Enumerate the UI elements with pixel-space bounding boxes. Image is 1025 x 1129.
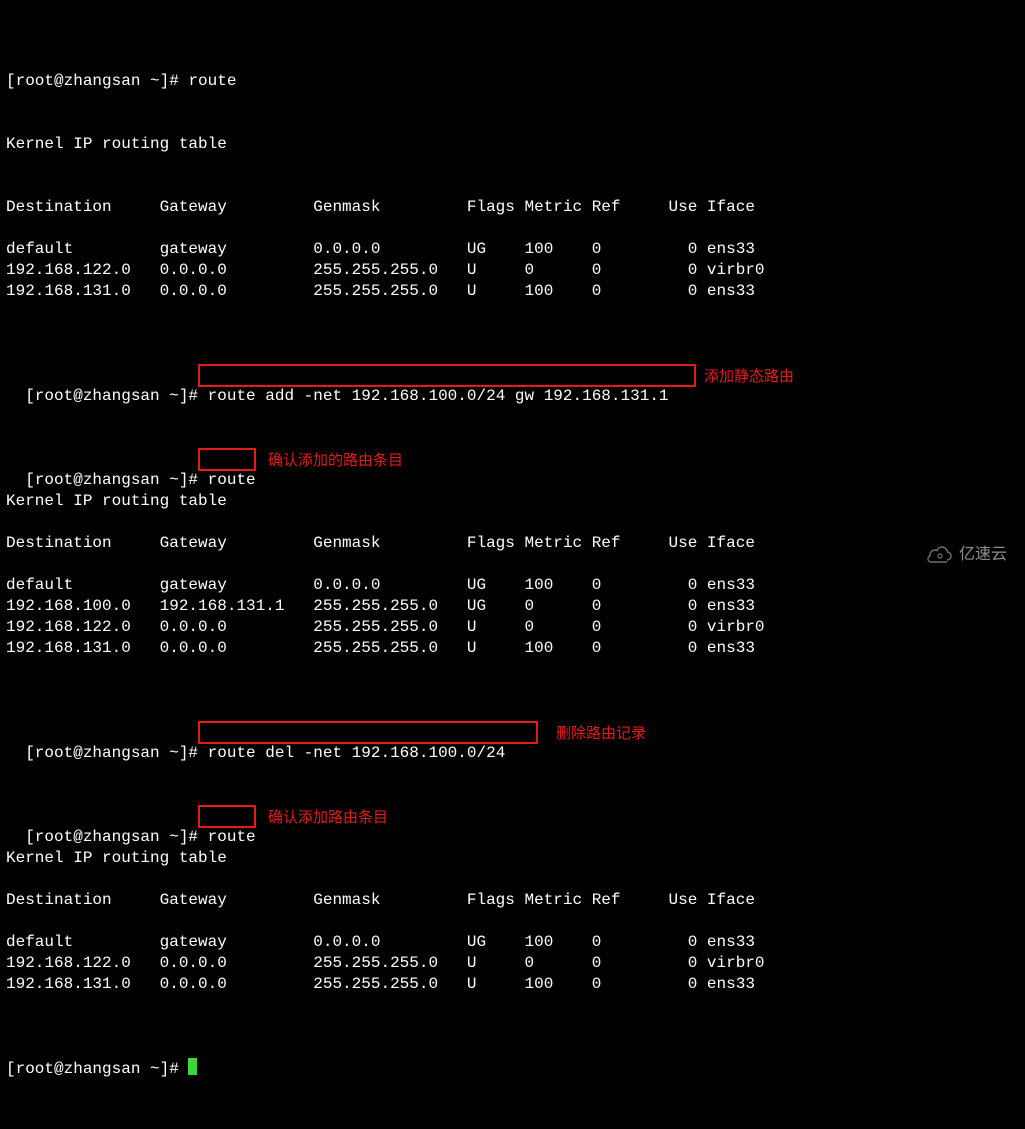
terminal[interactable]: [root@zhangsan ~]# route Kernel IP routi… xyxy=(0,0,1025,1129)
command-text: route del -net 192.168.100.0/24 xyxy=(208,744,506,762)
prompt-line[interactable]: [root@zhangsan ~]# route 确认添加的路由条目 xyxy=(6,449,1019,470)
cursor xyxy=(188,1058,197,1075)
table-row: default gateway 0.0.0.0 UG 100 0 0 ens33 xyxy=(6,575,1019,596)
output-line: Kernel IP routing table xyxy=(6,491,1019,512)
prompt: [root@zhangsan ~]# xyxy=(25,828,207,846)
prompt: [root@zhangsan ~]# xyxy=(6,1060,188,1078)
highlight-box xyxy=(198,721,538,744)
prompt-line[interactable]: [root@zhangsan ~]# xyxy=(6,1058,1019,1079)
table-header: Destination Gateway Genmask Flags Metric… xyxy=(6,197,1019,218)
annotation-add-static: 添加静态路由 xyxy=(704,366,794,387)
command-text: route xyxy=(208,828,256,846)
table-row: 192.168.100.0 192.168.131.1 255.255.255.… xyxy=(6,596,1019,617)
watermark: 亿速云 xyxy=(927,544,1007,565)
highlight-box xyxy=(198,448,256,471)
command-text: route add -net 192.168.100.0/24 gw 192.1… xyxy=(208,387,669,405)
output-line: Kernel IP routing table xyxy=(6,134,1019,155)
highlight-box xyxy=(198,805,256,828)
table-row: 192.168.131.0 0.0.0.0 255.255.255.0 U 10… xyxy=(6,281,1019,302)
prompt: [root@zhangsan ~]# xyxy=(25,387,207,405)
table-row: 192.168.131.0 0.0.0.0 255.255.255.0 U 10… xyxy=(6,638,1019,659)
table-title: Kernel IP routing table xyxy=(6,849,227,867)
prompt-line[interactable]: [root@zhangsan ~]# route del -net 192.16… xyxy=(6,722,1019,743)
prompt: [root@zhangsan ~]# xyxy=(25,471,207,489)
highlight-box xyxy=(198,364,696,387)
annotation-del-record: 删除路由记录 xyxy=(556,723,646,744)
prompt: [root@zhangsan ~]# xyxy=(6,72,188,90)
command-text: route xyxy=(208,471,256,489)
table-title: Kernel IP routing table xyxy=(6,492,227,510)
table-row: default gateway 0.0.0.0 UG 100 0 0 ens33 xyxy=(6,932,1019,953)
output-line: Kernel IP routing table xyxy=(6,848,1019,869)
command-text: route xyxy=(188,72,236,90)
cloud-icon xyxy=(927,546,953,564)
watermark-text: 亿速云 xyxy=(959,544,1007,565)
table-header: Destination Gateway Genmask Flags Metric… xyxy=(6,533,1019,554)
table-row: 192.168.122.0 0.0.0.0 255.255.255.0 U 0 … xyxy=(6,953,1019,974)
prompt: [root@zhangsan ~]# xyxy=(25,744,207,762)
table-row: 192.168.122.0 0.0.0.0 255.255.255.0 U 0 … xyxy=(6,617,1019,638)
prompt-line[interactable]: [root@zhangsan ~]# route 确认添加路由条目 xyxy=(6,806,1019,827)
table-row: 192.168.122.0 0.0.0.0 255.255.255.0 U 0 … xyxy=(6,260,1019,281)
prompt-line[interactable]: [root@zhangsan ~]# route add -net 192.16… xyxy=(6,365,1019,386)
table-row: default gateway 0.0.0.0 UG 100 0 0 ens33 xyxy=(6,239,1019,260)
prompt-line[interactable]: [root@zhangsan ~]# route xyxy=(6,71,1019,92)
annotation-confirm-after-del: 确认添加路由条目 xyxy=(268,807,388,828)
table-title: Kernel IP routing table xyxy=(6,135,227,153)
table-row: 192.168.131.0 0.0.0.0 255.255.255.0 U 10… xyxy=(6,974,1019,995)
table-header: Destination Gateway Genmask Flags Metric… xyxy=(6,890,1019,911)
annotation-confirm-added: 确认添加的路由条目 xyxy=(268,450,403,471)
